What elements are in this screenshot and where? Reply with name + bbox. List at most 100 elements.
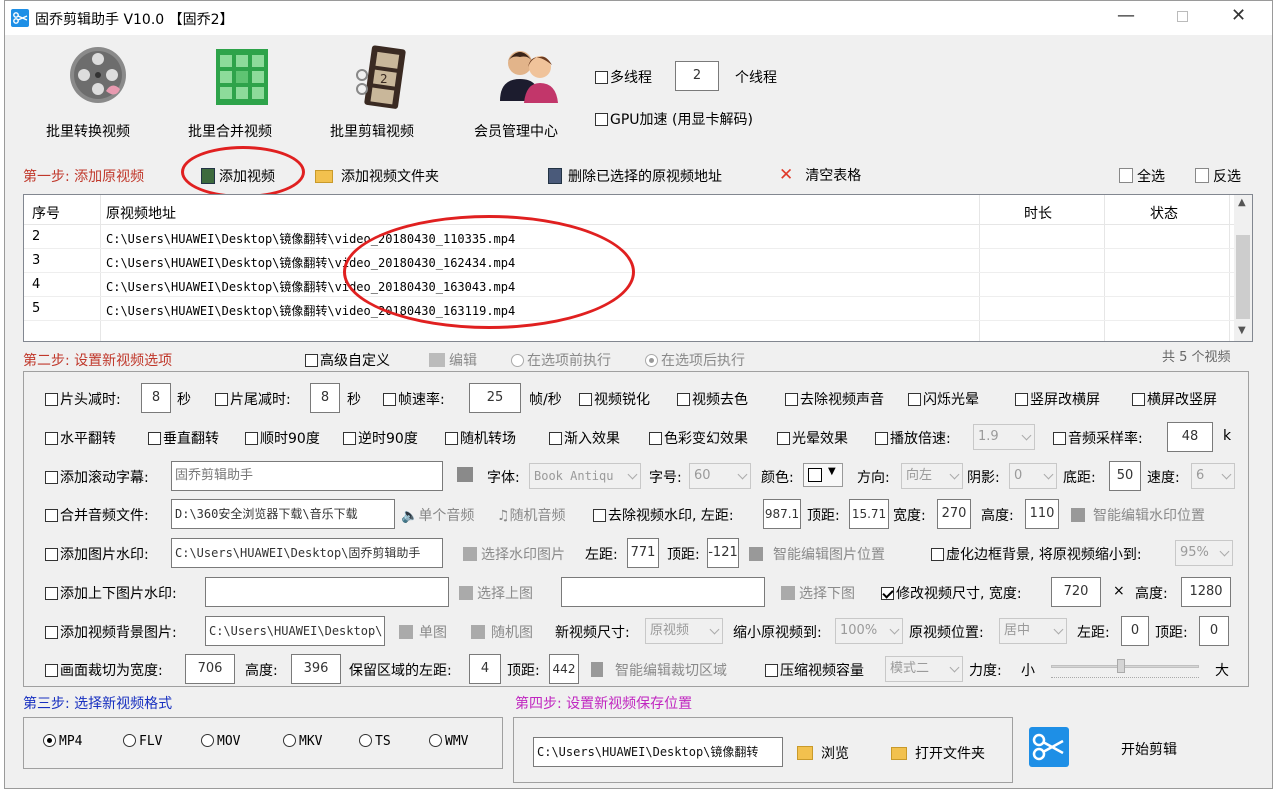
maximize-icon[interactable] bbox=[1177, 11, 1188, 22]
checkbox-box[interactable] bbox=[595, 113, 608, 126]
ccw90-checkbox[interactable]: 逆时90度 bbox=[343, 428, 418, 448]
resize-width-input[interactable]: 720 bbox=[1051, 577, 1101, 607]
table-row[interactable]: 5 C:\Users\HUAWEI\Desktop\镜像翻转\video_201… bbox=[24, 297, 1234, 321]
minimize-icon[interactable]: — bbox=[1117, 5, 1135, 26]
tail-cut-input[interactable]: 8 bbox=[310, 383, 340, 413]
format-radio-flv[interactable]: FLV bbox=[123, 734, 162, 749]
compress-checkbox[interactable]: 压缩视频容量 bbox=[765, 660, 864, 680]
flash-checkbox[interactable]: 闪烁光晕 bbox=[908, 389, 979, 409]
random-image-button[interactable]: 随机图 bbox=[471, 622, 533, 642]
close-icon[interactable]: ✕ bbox=[1231, 5, 1246, 26]
radio-circle[interactable] bbox=[283, 734, 296, 747]
checkbox-box[interactable] bbox=[148, 432, 161, 445]
merge-audio-checkbox[interactable]: 合并音频文件: bbox=[45, 505, 149, 525]
checkbox-box[interactable] bbox=[45, 587, 58, 600]
checkbox-box[interactable] bbox=[45, 626, 58, 639]
head-cut-input[interactable]: 8 bbox=[141, 383, 171, 413]
sample-rate-checkbox[interactable]: 音频采样率: bbox=[1053, 428, 1143, 448]
head-cut-checkbox[interactable]: 片头减时: bbox=[45, 389, 121, 409]
position-select[interactable]: 居中 bbox=[999, 618, 1067, 644]
color-picker[interactable]: ▼ bbox=[803, 463, 843, 487]
crop-height-input[interactable]: 396 bbox=[291, 654, 341, 684]
gpu-checkbox[interactable]: GPU加速 (用显卡解码) bbox=[595, 109, 753, 129]
blur-border-checkbox[interactable]: 虚化边框背景, 将原视频缩小到: bbox=[931, 544, 1142, 564]
format-radio-ts[interactable]: TS bbox=[359, 734, 391, 749]
speed-checkbox[interactable]: 播放倍速: bbox=[875, 428, 951, 448]
radio-circle[interactable] bbox=[359, 734, 372, 747]
crop-checkbox[interactable]: 画面裁切为宽度: bbox=[45, 660, 163, 680]
sample-rate-input[interactable]: 48 bbox=[1167, 422, 1213, 452]
checkbox-box[interactable] bbox=[245, 432, 258, 445]
format-radio-mp4[interactable]: MP4 bbox=[43, 734, 82, 749]
checkbox-box[interactable] bbox=[677, 393, 690, 406]
remove-audio-checkbox[interactable]: 去除视频声音 bbox=[785, 389, 884, 409]
thread-count-input[interactable]: 2 bbox=[675, 61, 719, 91]
checkbox-box[interactable] bbox=[777, 432, 790, 445]
bottom-input[interactable]: 50 bbox=[1109, 461, 1141, 491]
checkbox-box[interactable] bbox=[931, 548, 944, 561]
checkbox-box[interactable] bbox=[1132, 393, 1145, 406]
choose-top-image-button[interactable]: 选择上图 bbox=[459, 583, 533, 603]
scroll-thumb[interactable] bbox=[1236, 235, 1250, 319]
member-center-button[interactable]: 会员管理中心 bbox=[461, 45, 571, 141]
background-path-input[interactable]: C:\Users\HUAWEI\Desktop\ bbox=[205, 616, 385, 646]
color-fx-checkbox[interactable]: 色彩变幻效果 bbox=[649, 428, 748, 448]
h2v-checkbox[interactable]: 横屏改竖屏 bbox=[1132, 389, 1217, 409]
format-radio-mkv[interactable]: MKV bbox=[283, 734, 322, 749]
smart-watermark-button[interactable]: 智能编辑水印位置 bbox=[1071, 505, 1205, 525]
halo-checkbox[interactable]: 光晕效果 bbox=[777, 428, 848, 448]
radio-circle[interactable] bbox=[645, 354, 658, 367]
fps-checkbox[interactable]: 帧速率: bbox=[383, 389, 445, 409]
checkbox-box[interactable] bbox=[595, 71, 608, 84]
watermark-left-input[interactable]: 987.1 bbox=[763, 499, 801, 529]
checkbox-box[interactable] bbox=[1015, 393, 1028, 406]
hflip-checkbox[interactable]: 水平翻转 bbox=[45, 428, 116, 448]
font-select[interactable]: Book Antiqu bbox=[529, 463, 641, 489]
checkbox-box[interactable] bbox=[881, 587, 894, 600]
checkbox-box[interactable] bbox=[785, 393, 798, 406]
checkbox-box[interactable] bbox=[875, 432, 888, 445]
image-left-input[interactable]: 771 bbox=[627, 538, 659, 568]
checkbox-box[interactable] bbox=[305, 354, 318, 367]
slider-thumb[interactable] bbox=[1117, 659, 1125, 673]
checkbox-box[interactable] bbox=[45, 432, 58, 445]
crop-top-input[interactable]: 442 bbox=[549, 654, 579, 684]
watermark-height-input[interactable]: 110 bbox=[1025, 499, 1059, 529]
table-scrollbar[interactable]: ▲ ▼ bbox=[1234, 195, 1252, 341]
background-image-checkbox[interactable]: 添加视频背景图片: bbox=[45, 622, 177, 642]
checkbox-box[interactable] bbox=[45, 509, 58, 522]
subtitle-edit-icon[interactable] bbox=[457, 467, 473, 482]
blur-scale-select[interactable]: 95% bbox=[1175, 540, 1233, 566]
vflip-checkbox[interactable]: 垂直翻转 bbox=[148, 428, 219, 448]
speed-select[interactable]: 1.9 bbox=[973, 424, 1035, 450]
invert-select-button[interactable]: 反选 bbox=[1195, 166, 1241, 186]
checkbox-box[interactable] bbox=[45, 393, 58, 406]
audio-path-input[interactable]: D:\360安全浏览器下载\音乐下载 bbox=[171, 499, 395, 529]
multithread-checkbox[interactable]: 多线程 bbox=[595, 67, 652, 87]
checkbox-box[interactable] bbox=[579, 393, 592, 406]
checkbox-box[interactable] bbox=[383, 393, 396, 406]
new-size-select[interactable]: 原视频 bbox=[645, 618, 723, 644]
resize-checkbox[interactable]: 修改视频尺寸, 宽度: bbox=[881, 583, 1022, 603]
clear-table-button[interactable]: ✕ 清空表格 bbox=[779, 165, 861, 185]
cw90-checkbox[interactable]: 顺时90度 bbox=[245, 428, 320, 448]
select-all-button[interactable]: 全选 bbox=[1119, 166, 1165, 186]
image-watermark-path[interactable]: C:\Users\HUAWEI\Desktop\固乔剪辑助手 bbox=[171, 538, 443, 568]
sharpen-checkbox[interactable]: 视频锐化 bbox=[579, 389, 650, 409]
choose-bottom-image-button[interactable]: 选择下图 bbox=[781, 583, 855, 603]
pos-left-input[interactable]: 0 bbox=[1121, 616, 1149, 646]
checkbox-box[interactable] bbox=[45, 664, 58, 677]
video-table[interactable]: 序号 原视频地址 时长 状态 2 C:\Users\HUAWEI\Desktop… bbox=[23, 194, 1253, 342]
format-radio-wmv[interactable]: WMV bbox=[429, 734, 468, 749]
top-image-input[interactable] bbox=[205, 577, 449, 607]
batch-convert-button[interactable]: 批里转换视频 bbox=[33, 45, 143, 141]
subtitle-input[interactable]: 固乔剪辑助手 bbox=[171, 461, 443, 491]
add-folder-button[interactable]: 添加视频文件夹 bbox=[315, 166, 439, 186]
format-radio-mov[interactable]: MOV bbox=[201, 734, 240, 749]
save-path-input[interactable]: C:\Users\HUAWEI\Desktop\镜像翻转 bbox=[533, 737, 783, 767]
checkbox-box[interactable] bbox=[765, 664, 778, 677]
choose-watermark-image-button[interactable]: 选择水印图片 bbox=[463, 544, 565, 564]
watermark-top-input[interactable]: 15.71 bbox=[849, 499, 889, 529]
run-after-radio[interactable]: 在选项后执行 bbox=[645, 350, 745, 370]
radio-circle[interactable] bbox=[511, 354, 524, 367]
